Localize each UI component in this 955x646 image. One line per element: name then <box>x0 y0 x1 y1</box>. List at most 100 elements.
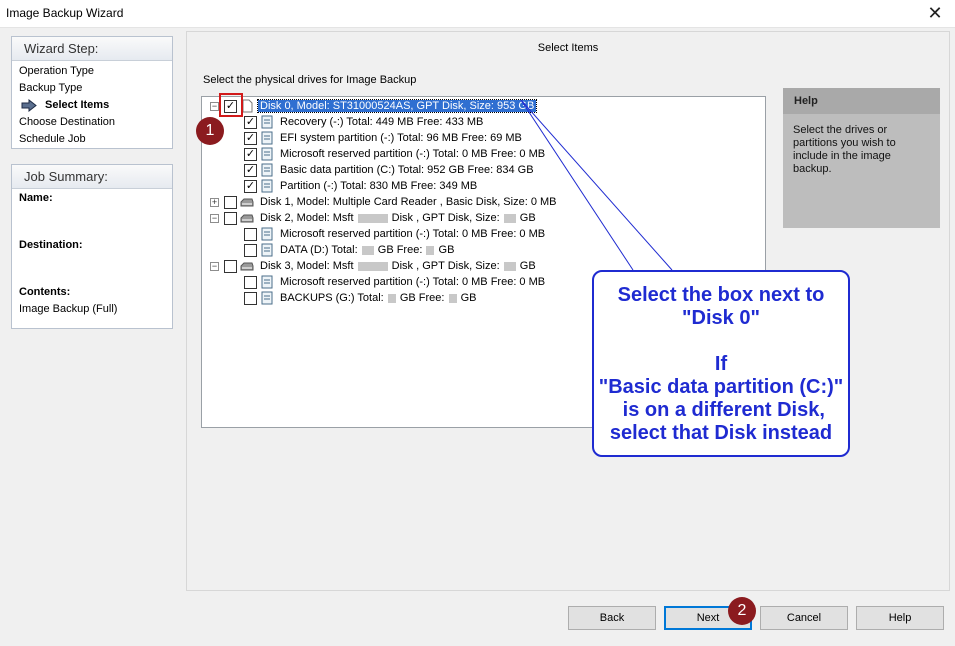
redacted-text <box>387 293 396 303</box>
help-title: Help <box>783 88 940 114</box>
step-badge-2: 2 <box>728 597 756 625</box>
redacted-text <box>357 261 388 271</box>
partition-label: Microsoft reserved partition (-:) Total:… <box>280 276 546 288</box>
highlight-box <box>219 93 243 117</box>
title-bar: Image Backup Wizard ✕ <box>0 0 955 28</box>
tree-node-partition[interactable]: Microsoft reserved partition (-:) Total:… <box>244 226 547 242</box>
checkbox-partition[interactable]: ✓ <box>244 163 257 177</box>
partition-icon <box>261 291 273 305</box>
step-schedule-job: Schedule Job <box>19 133 86 145</box>
current-step-arrow-icon <box>21 99 37 112</box>
checkbox-partition[interactable] <box>244 227 257 241</box>
partition-icon <box>261 147 273 161</box>
disk-3-type: , GPT Disk, Size: <box>416 260 500 272</box>
callout-line: "Disk 0" <box>682 307 760 329</box>
checkbox-partition[interactable] <box>244 291 257 305</box>
disk-3-label[interactable]: Disk 3, Model: Msft Disk , GPT Disk, Siz… <box>258 260 538 272</box>
callout-line <box>594 330 848 353</box>
partition-free-label: GB Free: <box>399 292 445 304</box>
callout-line: "Basic data partition (C:)" <box>598 376 844 398</box>
expand-icon[interactable]: + <box>210 197 219 207</box>
disk-2-unit: GB <box>519 212 536 224</box>
step-badge-1: 1 <box>196 117 224 145</box>
step-choose-destination: Choose Destination <box>19 116 116 128</box>
disk-3-model-suffix: Disk <box>391 260 414 272</box>
instruction-callout: Select the box next to "Disk 0" If "Basi… <box>592 270 850 457</box>
partition-label: EFI system partition (-:) Total: 96 MB F… <box>280 132 522 144</box>
disk-2-label[interactable]: Disk 2, Model: Msft Disk , GPT Disk, Siz… <box>258 212 538 224</box>
checkbox-disk-1[interactable] <box>224 195 237 209</box>
contents-label: Contents: <box>19 286 71 298</box>
tree-node-disk-2[interactable]: − Disk 2, Model: Msft Disk , GPT Disk, S… <box>210 210 538 226</box>
checkbox-partition[interactable]: ✓ <box>244 179 257 193</box>
back-button[interactable]: Back <box>568 606 656 630</box>
partition-label: Basic data partition (C:) Total: 952 GB … <box>280 164 534 176</box>
window-title: Image Backup Wizard <box>6 6 124 20</box>
disk-2-model-suffix: Disk <box>391 212 414 224</box>
partition-icon <box>261 163 273 177</box>
step-operation-type: Operation Type <box>19 65 95 77</box>
collapse-icon[interactable]: − <box>210 261 219 271</box>
help-panel: Help Select the drives or partitions you… <box>783 88 940 228</box>
tree-node-partition[interactable]: ✓ EFI system partition (-:) Total: 96 MB… <box>244 130 524 146</box>
partition-unit: GB <box>460 292 477 304</box>
partition-icon <box>261 275 273 289</box>
checkbox-disk-2[interactable] <box>224 211 237 225</box>
checkbox-partition[interactable]: ✓ <box>244 115 257 129</box>
tree-node-partition[interactable]: ✓ Microsoft reserved partition (-:) Tota… <box>244 146 547 162</box>
redacted-text <box>357 213 388 223</box>
partition-icon <box>261 115 273 129</box>
tree-node-partition[interactable]: ✓ Partition (-:) Total: 830 MB Free: 349… <box>244 178 479 194</box>
tree-node-partition[interactable]: ✓ Recovery (-:) Total: 449 MB Free: 433 … <box>244 114 485 130</box>
hard-drive-icon <box>240 198 254 207</box>
contents-value: Image Backup (Full) <box>19 303 118 315</box>
hard-drive-icon <box>240 214 254 223</box>
tree-node-disk-1[interactable]: + Disk 1, Model: Multiple Card Reader , … <box>210 194 559 210</box>
job-summary-header: Job Summary: <box>12 165 172 189</box>
tree-node-partition[interactable]: DATA (D:) Total: GB Free: GB <box>244 242 456 258</box>
wizard-step-panel: Wizard Step: Operation Type Backup Type … <box>11 36 173 149</box>
partition-total-label: DATA (D:) Total: <box>280 244 358 256</box>
help-button[interactable]: Help <box>856 606 944 630</box>
callout-line: is on a different Disk, <box>617 399 825 421</box>
tree-node-partition[interactable]: Microsoft reserved partition (-:) Total:… <box>244 274 547 290</box>
partition-free-label: GB Free: <box>377 244 423 256</box>
checkbox-disk-3[interactable] <box>224 259 237 273</box>
checkbox-partition[interactable]: ✓ <box>244 131 257 145</box>
callout-line: Select the box next to <box>617 284 825 306</box>
callout-line: If <box>714 353 728 375</box>
hard-drive-icon <box>240 262 254 271</box>
redacted-text <box>426 245 435 255</box>
disk-3-model: Disk 3, Model: Msft <box>260 260 354 272</box>
partition-total-label: BACKUPS (G:) Total: <box>280 292 384 304</box>
tree-node-disk-0[interactable]: − ✓ Disk 0, Model: ST31000524AS, GPT Dis… <box>210 98 538 114</box>
partition-label: BACKUPS (G:) Total: GB Free: GB <box>278 292 479 304</box>
close-icon[interactable]: ✕ <box>923 2 947 24</box>
cancel-button[interactable]: Cancel <box>760 606 848 630</box>
collapse-icon[interactable]: − <box>210 101 219 111</box>
collapse-icon[interactable]: − <box>210 213 219 223</box>
step-select-items-label: Select Items <box>45 99 110 111</box>
disk-0-label[interactable]: Disk 0, Model: ST31000524AS, GPT Disk, S… <box>256 99 538 113</box>
tree-node-partition[interactable]: ✓ Basic data partition (C:) Total: 952 G… <box>244 162 536 178</box>
redacted-text <box>361 245 374 255</box>
wizard-step-header: Wizard Step: <box>12 37 172 61</box>
job-summary-panel: Job Summary: Name: Destination: Contents… <box>11 164 173 329</box>
partition-icon <box>261 131 273 145</box>
disk-2-model: Disk 2, Model: Msft <box>260 212 354 224</box>
tree-node-partition[interactable]: BACKUPS (G:) Total: GB Free: GB <box>244 290 479 306</box>
redacted-text <box>503 213 516 223</box>
name-label: Name: <box>19 192 53 204</box>
tree-node-disk-3[interactable]: − Disk 3, Model: Msft Disk , GPT Disk, S… <box>210 258 538 274</box>
checkbox-partition[interactable] <box>244 243 257 257</box>
partition-label: Partition (-:) Total: 830 MB Free: 349 M… <box>280 180 478 192</box>
disk-2-type: , GPT Disk, Size: <box>416 212 500 224</box>
disk-1-label[interactable]: Disk 1, Model: Multiple Card Reader , Ba… <box>258 196 559 208</box>
step-backup-type: Backup Type <box>19 82 83 94</box>
partition-label: Recovery (-:) Total: 449 MB Free: 433 MB <box>280 116 484 128</box>
checkbox-partition[interactable]: ✓ <box>244 147 257 161</box>
checkbox-partition[interactable] <box>244 275 257 289</box>
partition-label: Microsoft reserved partition (-:) Total:… <box>280 148 546 160</box>
partition-icon <box>261 179 273 193</box>
redacted-text <box>503 261 516 271</box>
